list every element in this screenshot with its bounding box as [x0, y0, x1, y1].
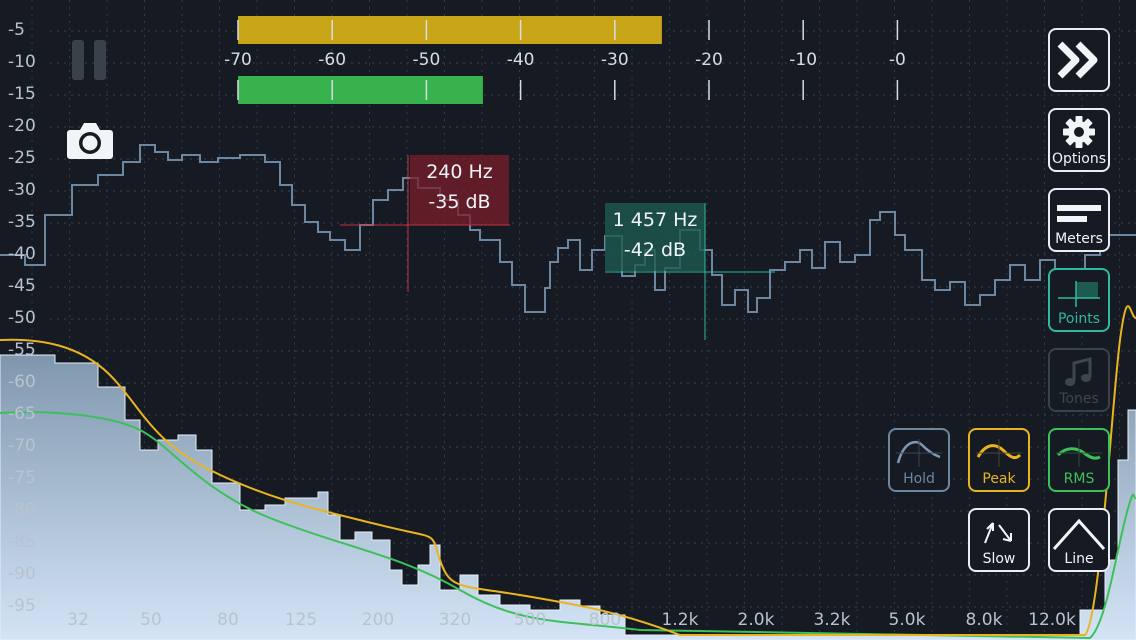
line-label: Line — [1064, 551, 1094, 567]
tones-button[interactable]: Tones — [1048, 348, 1110, 412]
points-icon — [1058, 281, 1100, 307]
fast-forward-icon — [1057, 41, 1098, 79]
options-button[interactable]: Options — [1048, 108, 1110, 172]
rms-curve-icon — [1056, 439, 1102, 467]
y-axis-label: -75 — [8, 468, 36, 488]
y-axis-label: -90 — [8, 564, 36, 584]
gear-icon — [1063, 116, 1095, 148]
marker-2-level: -42 dB — [623, 239, 687, 261]
rms-label: RMS — [1063, 471, 1095, 487]
options-label: Options — [1051, 151, 1107, 167]
y-axis-label: -80 — [8, 500, 36, 520]
y-axis-label: -35 — [8, 212, 36, 232]
x-axis-label: 32 — [67, 610, 89, 630]
hold-label: Hold — [903, 471, 935, 487]
marker-2-readout: 1 457 Hz -42 dB — [605, 205, 705, 265]
x-axis-label: 200 — [361, 610, 395, 630]
hold-curve-icon — [896, 439, 942, 467]
meters-icon — [1057, 205, 1101, 222]
slow-arrows-icon — [984, 522, 1012, 544]
y-axis-label: -65 — [8, 404, 36, 424]
meter-scale-label: -50 — [412, 50, 441, 70]
meter-scale-label: -70 — [224, 50, 252, 70]
x-axis-label: 50 — [140, 610, 162, 630]
meter-scale-label: -20 — [695, 50, 723, 70]
marker-1-freq: 240 Hz — [426, 161, 493, 183]
rms-meter-bar — [238, 76, 483, 104]
x-axis-label: 800 — [588, 610, 622, 630]
line-graph-icon — [1052, 518, 1106, 550]
meters-label: Meters — [1055, 231, 1103, 247]
y-axis-label: -25 — [8, 148, 36, 168]
spectrum-analyzer[interactable]: -5 -10 -15 -20 -25 -30 -35 -40 -45 -50 -55 -60 -65 -7… — [0, 0, 1136, 640]
y-axis-label: -50 — [8, 308, 36, 328]
camera-icon[interactable] — [66, 120, 114, 160]
tones-label: Tones — [1059, 391, 1099, 407]
y-axis-label: -15 — [8, 84, 36, 104]
meter-scale-label: -30 — [600, 50, 629, 70]
marker-2-freq: 1 457 Hz — [612, 209, 698, 231]
rms-button[interactable]: RMS — [1048, 428, 1110, 492]
y-axis-label: -10 — [8, 52, 36, 72]
peak-curve-icon — [976, 439, 1022, 467]
peak-button[interactable]: Peak — [968, 428, 1030, 492]
meter-scale-label: -60 — [318, 50, 347, 70]
x-axis-label: 5.0k — [888, 610, 926, 630]
spectrum-plot[interactable] — [0, 0, 1136, 640]
pause-icon[interactable] — [72, 40, 108, 80]
x-axis-label: 8.0k — [965, 610, 1003, 630]
x-axis-label: 500 — [513, 610, 547, 630]
next-button[interactable] — [1048, 28, 1110, 92]
peak-label: Peak — [982, 471, 1016, 487]
y-axis-label: -40 — [8, 244, 36, 264]
y-axis-label: -60 — [8, 372, 36, 392]
peak-meter-bar — [238, 16, 662, 44]
x-axis-label: 80 — [217, 610, 239, 630]
marker-1-level: -35 dB — [428, 191, 491, 213]
x-axis-label: 125 — [284, 610, 318, 630]
x-axis-label: 1.2k — [661, 610, 699, 630]
y-axis-label: -95 — [8, 596, 36, 616]
x-axis-label: 12.0k — [1028, 610, 1076, 630]
meters-button[interactable]: Meters — [1048, 188, 1110, 252]
marker-1-readout: 240 Hz -35 dB — [410, 157, 509, 217]
meter-scale-label: -10 — [789, 50, 818, 70]
x-axis-label: 3.2k — [813, 610, 851, 630]
y-axis-label: -20 — [8, 116, 36, 136]
y-axis-label: -45 — [8, 276, 36, 296]
points-label: Points — [1057, 311, 1101, 327]
hold-button[interactable]: Hold — [888, 428, 950, 492]
points-button[interactable]: Points — [1048, 268, 1110, 332]
music-note-icon — [1065, 357, 1092, 386]
meter-scale-label: -40 — [506, 50, 535, 70]
y-axis-label: -55 — [8, 340, 36, 360]
slow-button[interactable]: Slow — [968, 508, 1030, 572]
y-axis-label: -30 — [8, 180, 36, 200]
spectrum-fill — [0, 354, 1136, 640]
y-axis-label: -85 — [8, 532, 36, 552]
meter-scale-label: -0 — [888, 50, 906, 70]
x-axis-label: 320 — [438, 610, 472, 630]
line-button[interactable]: Line — [1048, 508, 1110, 572]
slow-label: Slow — [982, 551, 1016, 567]
y-axis-label: -5 — [8, 20, 25, 40]
x-axis-label: 2.0k — [737, 610, 775, 630]
y-axis-label: -70 — [8, 436, 36, 456]
